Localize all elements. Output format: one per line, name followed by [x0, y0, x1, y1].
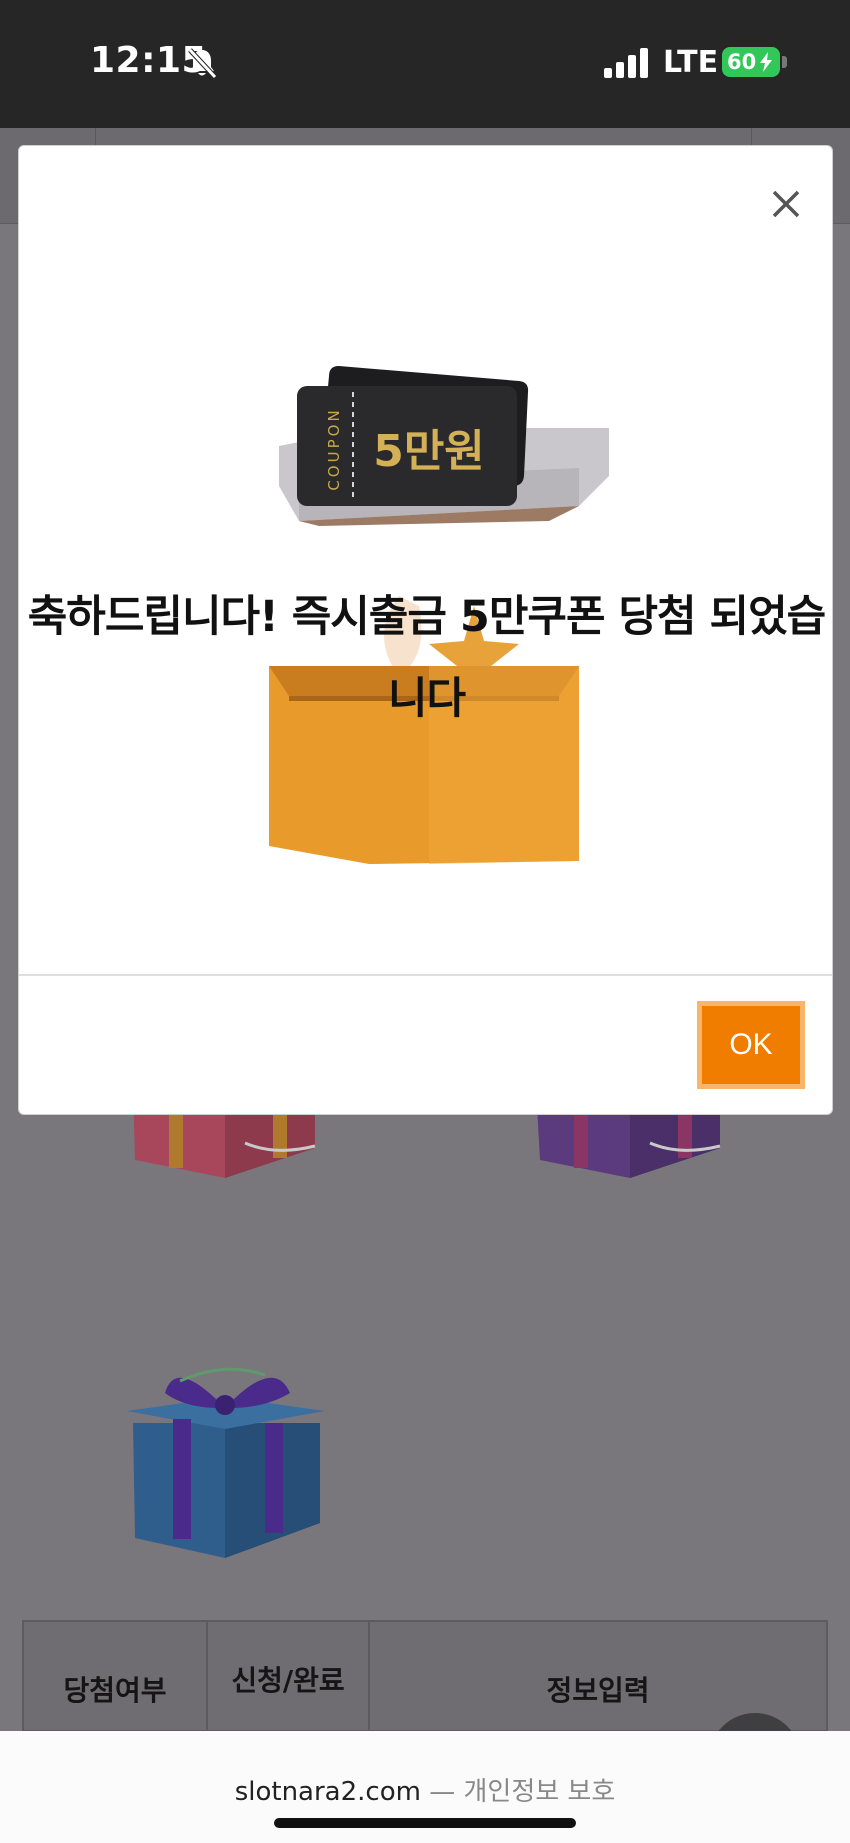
browser-url-bar[interactable]: slotnara2.com — 개인정보 보호 [0, 1731, 850, 1843]
modal-message: 축하드립니다! 즉시출금 5만쿠폰 당첨 되었습니다 [27, 592, 827, 724]
prize-modal: COUPON 5만원 축하드립니다! 즉시출금 5만쿠폰 당첨 되었습니다 OK [18, 145, 833, 1115]
signal-icon [604, 48, 648, 78]
close-button[interactable] [764, 182, 808, 226]
close-icon [772, 190, 800, 218]
battery-level: 60 [727, 50, 757, 74]
home-indicator[interactable] [274, 1818, 576, 1828]
battery-charging-icon [760, 52, 772, 72]
network-label: LTE [663, 45, 719, 80]
coupon-amount: 5만원 [373, 426, 485, 477]
table-header-result: 당첨여부 [24, 1622, 208, 1730]
gift-box-blue-icon[interactable] [125, 1363, 330, 1563]
url-domain: slotnara2.com [234, 1777, 421, 1807]
url-privacy-note: 개인정보 보호 [463, 1777, 616, 1807]
status-bar: 12:15 LTE 60 [0, 0, 850, 128]
ok-button[interactable]: OK [697, 1001, 805, 1089]
url-text: slotnara2.com — 개인정보 보호 [0, 1771, 850, 1808]
battery-indicator: 60 [722, 47, 780, 77]
coupon-label: COUPON [325, 407, 343, 490]
table-header-request: 신청/완료 [208, 1622, 370, 1730]
results-table: 당첨여부 신청/완료 정보입력 [22, 1620, 828, 1732]
modal-divider [19, 974, 832, 976]
bell-slash-icon [188, 48, 217, 79]
battery-nub [782, 56, 787, 68]
url-separator: — [429, 1777, 456, 1807]
